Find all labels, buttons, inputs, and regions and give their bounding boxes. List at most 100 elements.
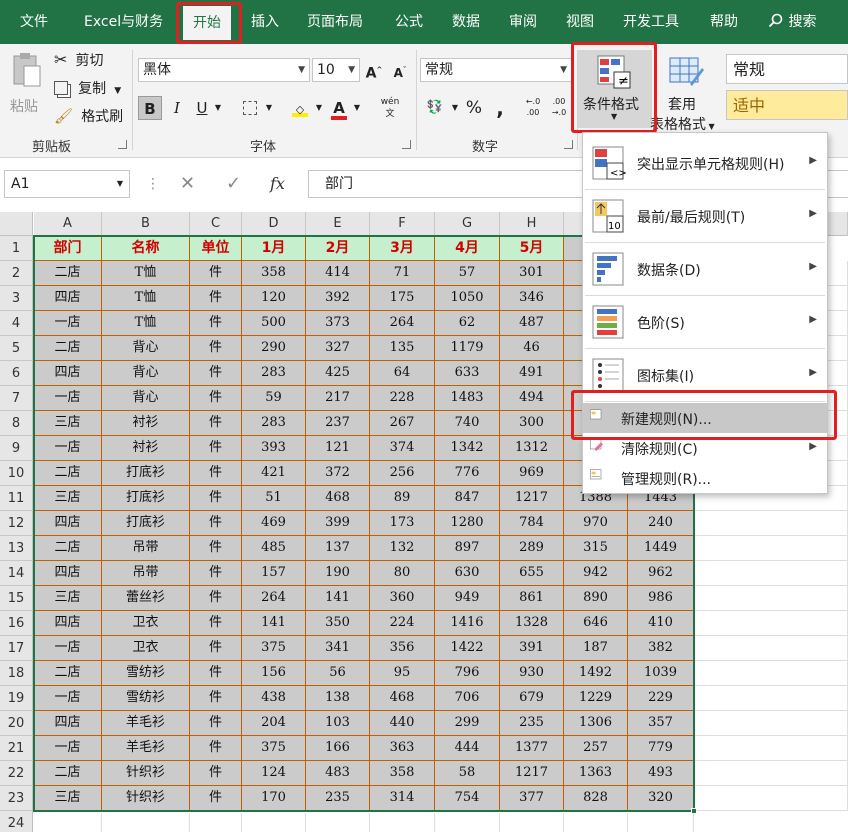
table-cell[interactable]: 1050	[435, 286, 500, 311]
table-cell[interactable]: 95	[370, 661, 435, 686]
table-cell[interactable]: 240	[628, 511, 694, 536]
table-cell[interactable]: 58	[435, 761, 500, 786]
table-cell[interactable]: 399	[306, 511, 370, 536]
row-header[interactable]: 18	[0, 661, 33, 686]
table-cell[interactable]: 一店	[34, 386, 102, 411]
tab-developer[interactable]: 开发工具	[623, 8, 679, 36]
table-cell[interactable]: 三店	[34, 486, 102, 511]
borders-icon[interactable]	[238, 96, 262, 120]
table-cell[interactable]: 1306	[564, 711, 628, 736]
row-header[interactable]: 14	[0, 561, 33, 586]
table-cell[interactable]: 背心	[102, 361, 190, 386]
table-cell[interactable]: 四店	[34, 511, 102, 536]
table-cell[interactable]: 120	[242, 286, 306, 311]
table-cell[interactable]: 124	[242, 761, 306, 786]
paste-button[interactable]: 粘贴	[6, 52, 46, 128]
header-cell[interactable]: 部门	[34, 236, 102, 261]
table-cell[interactable]	[242, 813, 306, 832]
table-cell[interactable]: 229	[628, 686, 694, 711]
table-cell[interactable]: 89	[370, 486, 435, 511]
table-cell[interactable]: 290	[242, 336, 306, 361]
table-cell[interactable]: 491	[500, 361, 564, 386]
table-cell[interactable]	[694, 561, 848, 586]
table-cell[interactable]: 776	[435, 461, 500, 486]
row-header[interactable]: 3	[0, 286, 33, 311]
table-cell[interactable]: 300	[500, 411, 564, 436]
table-cell[interactable]: 890	[564, 586, 628, 611]
column-header[interactable]: B	[102, 212, 190, 236]
phonetic-guide-icon[interactable]: wén 文	[376, 96, 404, 120]
column-header[interactable]: G	[435, 212, 500, 236]
table-cell[interactable]: 56	[306, 661, 370, 686]
menu-item[interactable]: 图标集(I) ▶	[583, 349, 827, 401]
table-cell[interactable]: 雪纺衫	[102, 686, 190, 711]
column-header[interactable]: F	[370, 212, 435, 236]
table-cell[interactable]: 493	[628, 761, 694, 786]
table-cell[interactable]: 针织衫	[102, 786, 190, 811]
table-cell[interactable]: 754	[435, 786, 500, 811]
increase-decimal-icon[interactable]: ←.0.00	[522, 96, 544, 120]
chevron-down-icon[interactable]: ▼	[352, 96, 362, 120]
row-header[interactable]: 5	[0, 336, 33, 361]
table-cell[interactable]: 828	[564, 786, 628, 811]
table-cell[interactable]: 三店	[34, 786, 102, 811]
row-header[interactable]: 16	[0, 611, 33, 636]
style-normal[interactable]: 常规	[726, 54, 848, 84]
table-cell[interactable]: 346	[500, 286, 564, 311]
table-cell[interactable]: 373	[306, 311, 370, 336]
menu-item[interactable]: 清除规则(C) ▶	[583, 433, 827, 463]
table-cell[interactable]: 衬衫	[102, 411, 190, 436]
table-cell[interactable]: 358	[370, 761, 435, 786]
table-cell[interactable]: 件	[190, 311, 242, 336]
chevron-down-icon[interactable]: ▼	[314, 96, 324, 120]
table-cell[interactable]: 1328	[500, 611, 564, 636]
header-cell[interactable]: 名称	[102, 236, 190, 261]
fill-color-icon[interactable]: ◇	[288, 96, 312, 120]
table-cell[interactable]: 件	[190, 386, 242, 411]
table-cell[interactable]: 71	[370, 261, 435, 286]
table-cell[interactable]	[694, 611, 848, 636]
table-cell[interactable]: 135	[370, 336, 435, 361]
table-cell[interactable]: 646	[564, 611, 628, 636]
table-cell[interactable]	[694, 736, 848, 761]
table-cell[interactable]: 314	[370, 786, 435, 811]
row-header[interactable]: 10	[0, 461, 33, 486]
table-cell[interactable]: 237	[306, 411, 370, 436]
table-cell[interactable]: 425	[306, 361, 370, 386]
row-header[interactable]: 15	[0, 586, 33, 611]
table-cell[interactable]: 件	[190, 511, 242, 536]
table-cell[interactable]: 一店	[34, 311, 102, 336]
table-cell[interactable]: 51	[242, 486, 306, 511]
table-cell[interactable]	[694, 661, 848, 686]
table-cell[interactable]: 224	[370, 611, 435, 636]
table-cell[interactable]: 363	[370, 736, 435, 761]
row-header[interactable]: 2	[0, 261, 33, 286]
copy-button[interactable]: 复制 ▼	[54, 78, 121, 100]
table-cell[interactable]: 141	[306, 586, 370, 611]
table-cell[interactable]: 1039	[628, 661, 694, 686]
decrease-decimal-icon[interactable]: .00 →.0	[548, 96, 570, 120]
increase-font-icon[interactable]: A^	[364, 58, 384, 82]
table-cell[interactable]: 393	[242, 436, 306, 461]
table-cell[interactable]: 1342	[435, 436, 500, 461]
table-cell[interactable]: 1217	[500, 761, 564, 786]
table-cell[interactable]: 背心	[102, 386, 190, 411]
select-all-corner[interactable]	[0, 212, 33, 236]
table-cell[interactable]: 320	[628, 786, 694, 811]
table-cell[interactable]: 件	[190, 461, 242, 486]
table-cell[interactable]: 背心	[102, 336, 190, 361]
table-cell[interactable]: 469	[242, 511, 306, 536]
row-header[interactable]: 9	[0, 436, 33, 461]
chevron-down-icon[interactable]: ▼	[213, 96, 223, 120]
table-cell[interactable]	[694, 686, 848, 711]
tab-data[interactable]: 数据	[452, 8, 480, 36]
table-cell[interactable]	[694, 511, 848, 536]
table-cell[interactable]	[694, 761, 848, 786]
table-cell[interactable]: 件	[190, 761, 242, 786]
table-cell[interactable]: 779	[628, 736, 694, 761]
table-cell[interactable]: 羊毛衫	[102, 736, 190, 761]
table-cell[interactable]: 468	[370, 686, 435, 711]
table-cell[interactable]: 391	[500, 636, 564, 661]
format-as-table-button[interactable]: 套用 表格格式 ▼	[650, 50, 724, 133]
tab-excel-finance[interactable]: Excel与财务	[84, 8, 163, 36]
